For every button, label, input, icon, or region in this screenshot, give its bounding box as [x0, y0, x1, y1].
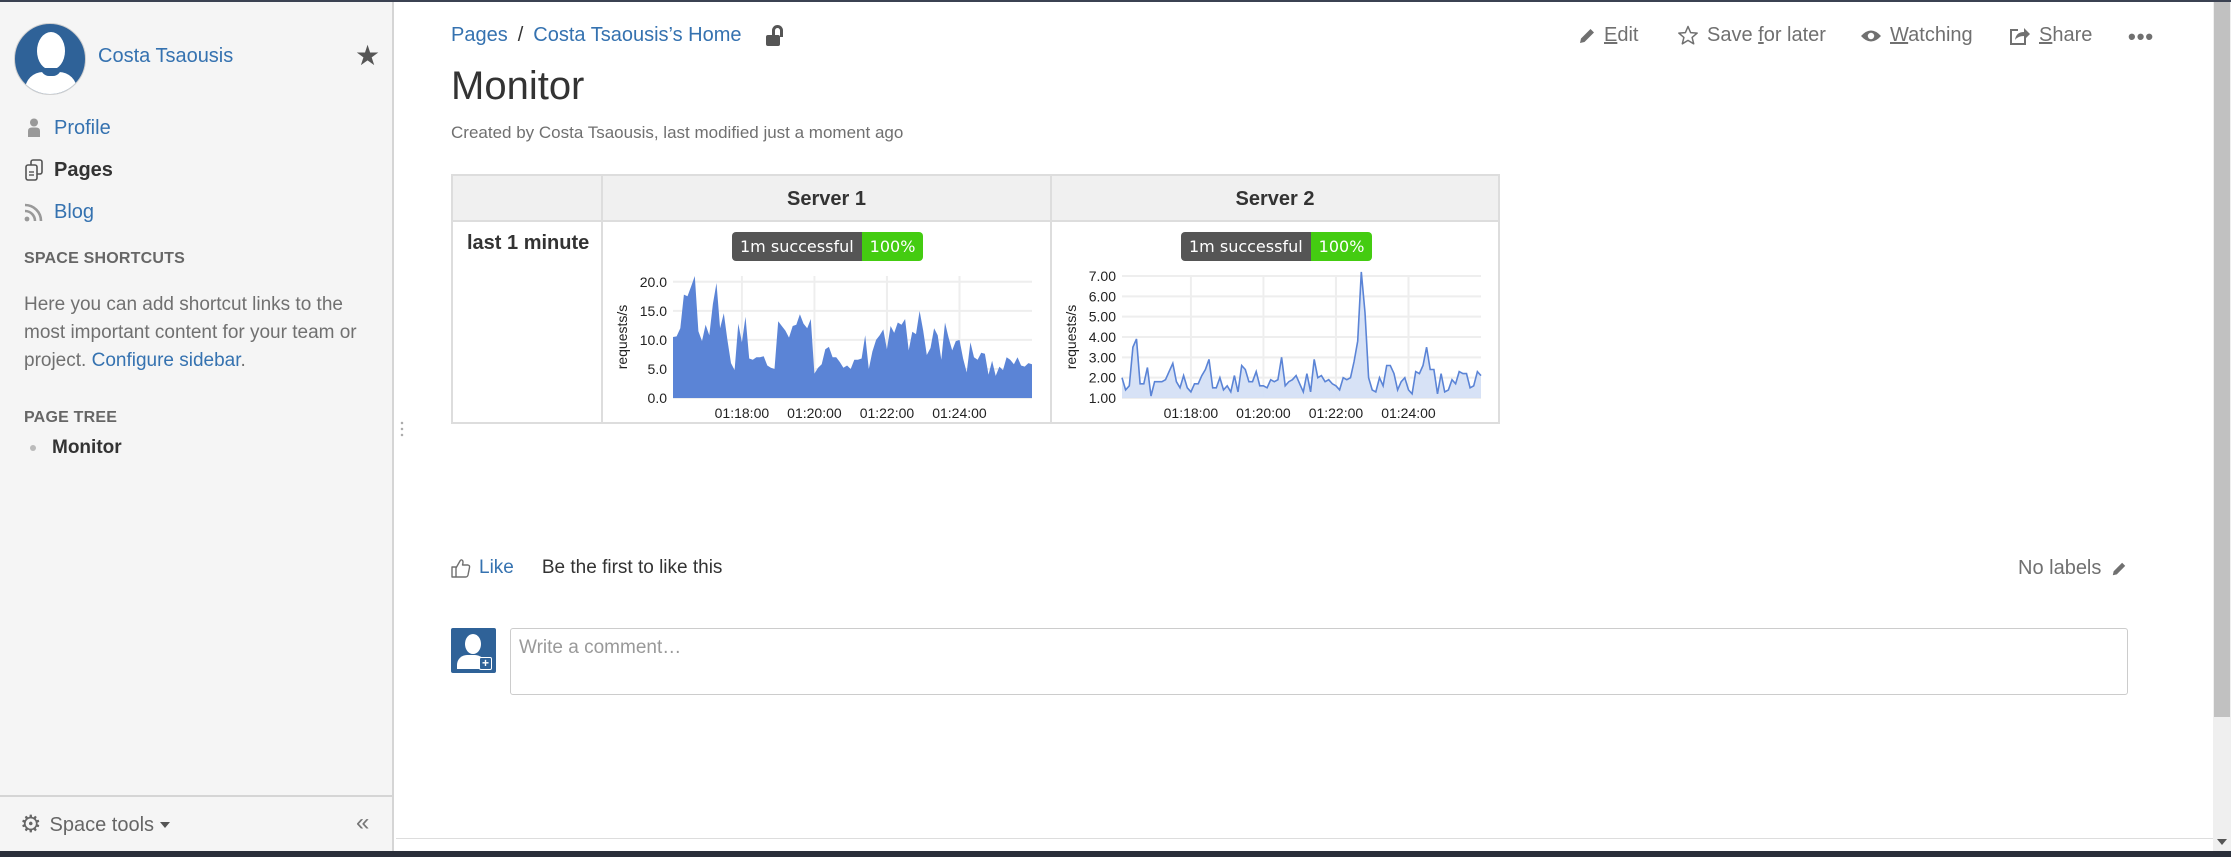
scroll-down-arrow-icon[interactable] — [2217, 839, 2227, 845]
like-message: Be the first to like this — [541, 557, 723, 578]
edit-label: Edit — [1604, 24, 1639, 46]
pencil-icon — [1578, 27, 1596, 45]
edit-button[interactable]: Edit — [1578, 24, 1638, 47]
period: . — [240, 350, 246, 371]
thumbs-up-icon[interactable] — [451, 558, 471, 578]
configure-sidebar-link[interactable]: Configure sidebar — [92, 350, 241, 371]
breadcrumb: Pages / Costa Tsaousis’s Home — [451, 24, 784, 47]
space-sidebar: Costa Tsaousis ★ Profile Pages Blog SPAC… — [0, 2, 394, 851]
share-button[interactable]: Share — [2009, 24, 2092, 47]
y-axis-label: requests/s — [1063, 305, 1079, 370]
no-labels-text: No labels — [2018, 557, 2102, 579]
monitor-table: Server 1 Server 2 last 1 minute 1m succe… — [451, 174, 1500, 424]
share-label: Share — [2039, 24, 2093, 46]
vertical-scrollbar[interactable] — [2213, 2, 2231, 851]
sidebar-item-label: Pages — [54, 158, 113, 181]
rss-icon — [24, 201, 44, 223]
like-section: Like Be the first to like this — [451, 557, 722, 579]
y-tick-label: 6.00 — [1089, 288, 1116, 304]
more-actions-icon[interactable]: ••• — [2128, 24, 2154, 50]
page-title: Monitor — [451, 64, 585, 108]
sidebar-item-label: Profile — [54, 116, 111, 139]
sidebar-item-label: Blog — [54, 200, 95, 223]
sidebar-resize-handle[interactable] — [400, 420, 404, 438]
sidebar-item-profile[interactable]: Profile — [24, 113, 111, 143]
y-tick-label: 5.0 — [648, 361, 668, 377]
y-tick-label: 1.00 — [1089, 390, 1116, 406]
like-button[interactable]: Like — [479, 557, 514, 579]
watching-button[interactable]: Watching — [1860, 24, 1973, 47]
x-tick-label: 01:24:00 — [1381, 405, 1436, 421]
breadcrumb-separator: / — [517, 24, 524, 46]
gear-icon: ⚙ — [20, 811, 42, 838]
content-bottom-border — [396, 838, 2213, 839]
header-server-2: Server 2 — [1235, 188, 1315, 210]
space-tools-label: Space tools — [49, 813, 155, 836]
server-2-chart: 1.00 2.00 3.00 4.00 5.00 6.00 7.00 01:18:00 01:2… — [1063, 268, 1482, 421]
comment-user-avatar: + — [451, 628, 496, 673]
breadcrumb-home[interactable]: Costa Tsaousis’s Home — [533, 24, 741, 47]
x-tick-label: 01:18:00 — [715, 405, 770, 421]
labels-section: No labels — [2018, 557, 2127, 580]
pages-icon — [24, 159, 44, 181]
sidebar-item-blog[interactable]: Blog — [24, 197, 94, 227]
person-icon — [24, 117, 44, 139]
y-tick-label: 20.0 — [640, 274, 667, 290]
header-server-1: Server 1 — [787, 188, 866, 210]
window-bottom-bar — [0, 851, 2231, 857]
space-avatar[interactable] — [14, 23, 86, 95]
page-tree-item-monitor[interactable]: Monitor — [30, 437, 122, 459]
sidebar-item-pages[interactable]: Pages — [24, 155, 113, 185]
y-tick-label: 15.0 — [640, 303, 667, 319]
x-tick-label: 01:20:00 — [787, 405, 842, 421]
space-shortcuts-text: Here you can add shortcut links to the m… — [24, 291, 364, 375]
tree-bullet-icon — [30, 445, 36, 451]
badge-label: 1m successful — [1181, 232, 1311, 261]
space-shortcuts-heading: SPACE SHORTCUTS — [24, 250, 185, 267]
server-2-success-badge: 1m successful 100% — [1181, 232, 1373, 261]
server-1-success-badge: 1m successful 100% — [732, 232, 924, 261]
badge-value: 100% — [861, 232, 924, 261]
star-outline-icon — [1677, 25, 1699, 46]
page-tree-item-label: Monitor — [52, 437, 122, 458]
x-tick-label: 01:20:00 — [1236, 405, 1291, 421]
y-tick-label: 7.00 — [1089, 268, 1116, 284]
collapse-sidebar-icon[interactable]: « — [356, 811, 369, 835]
y-tick-label: 2.00 — [1089, 370, 1116, 386]
badge-label: 1m successful — [732, 232, 862, 261]
y-tick-label: 10.0 — [640, 332, 667, 348]
y-tick-label: 0.0 — [648, 390, 668, 406]
y-tick-label: 5.00 — [1089, 309, 1116, 325]
page-metadata: Created by Costa Tsaousis, last modified… — [451, 123, 904, 142]
add-icon: + — [479, 657, 492, 670]
page-tree-heading: PAGE TREE — [24, 409, 118, 426]
comment-input[interactable] — [510, 628, 2128, 695]
save-for-later-label: Save for later — [1707, 24, 1826, 46]
badge-value: 100% — [1310, 232, 1373, 261]
breadcrumb-pages[interactable]: Pages — [451, 24, 508, 47]
save-for-later-button[interactable]: Save for later — [1677, 24, 1826, 47]
server-1-chart: 0.0 5.0 10.0 15.0 20.0 01:18:00 01:20:00 01:22:… — [614, 274, 1032, 421]
x-tick-label: 01:18:00 — [1164, 405, 1219, 421]
watching-label: Watching — [1890, 24, 1973, 46]
share-icon — [2009, 26, 2031, 46]
y-axis-label: requests/s — [614, 305, 630, 370]
scrollbar-thumb[interactable] — [2214, 2, 2230, 717]
unlocked-icon[interactable] — [765, 24, 784, 47]
row-label-last-1-minute: last 1 minute — [467, 232, 590, 254]
series-area — [673, 276, 1032, 398]
eye-icon — [1860, 29, 1882, 43]
x-tick-label: 01:24:00 — [932, 405, 987, 421]
space-name-link[interactable]: Costa Tsaousis — [98, 45, 233, 68]
y-tick-label: 4.00 — [1089, 329, 1116, 345]
sidebar-footer: ⚙ Space tools « — [0, 795, 392, 851]
x-tick-label: 01:22:00 — [1309, 405, 1364, 421]
x-tick-label: 01:22:00 — [860, 405, 915, 421]
edit-labels-pencil-icon[interactable] — [2111, 561, 2127, 577]
y-tick-label: 3.00 — [1089, 349, 1116, 365]
caret-down-icon — [160, 822, 171, 828]
favourite-star-icon[interactable]: ★ — [355, 42, 380, 70]
space-tools-button[interactable]: ⚙ Space tools — [20, 811, 171, 838]
